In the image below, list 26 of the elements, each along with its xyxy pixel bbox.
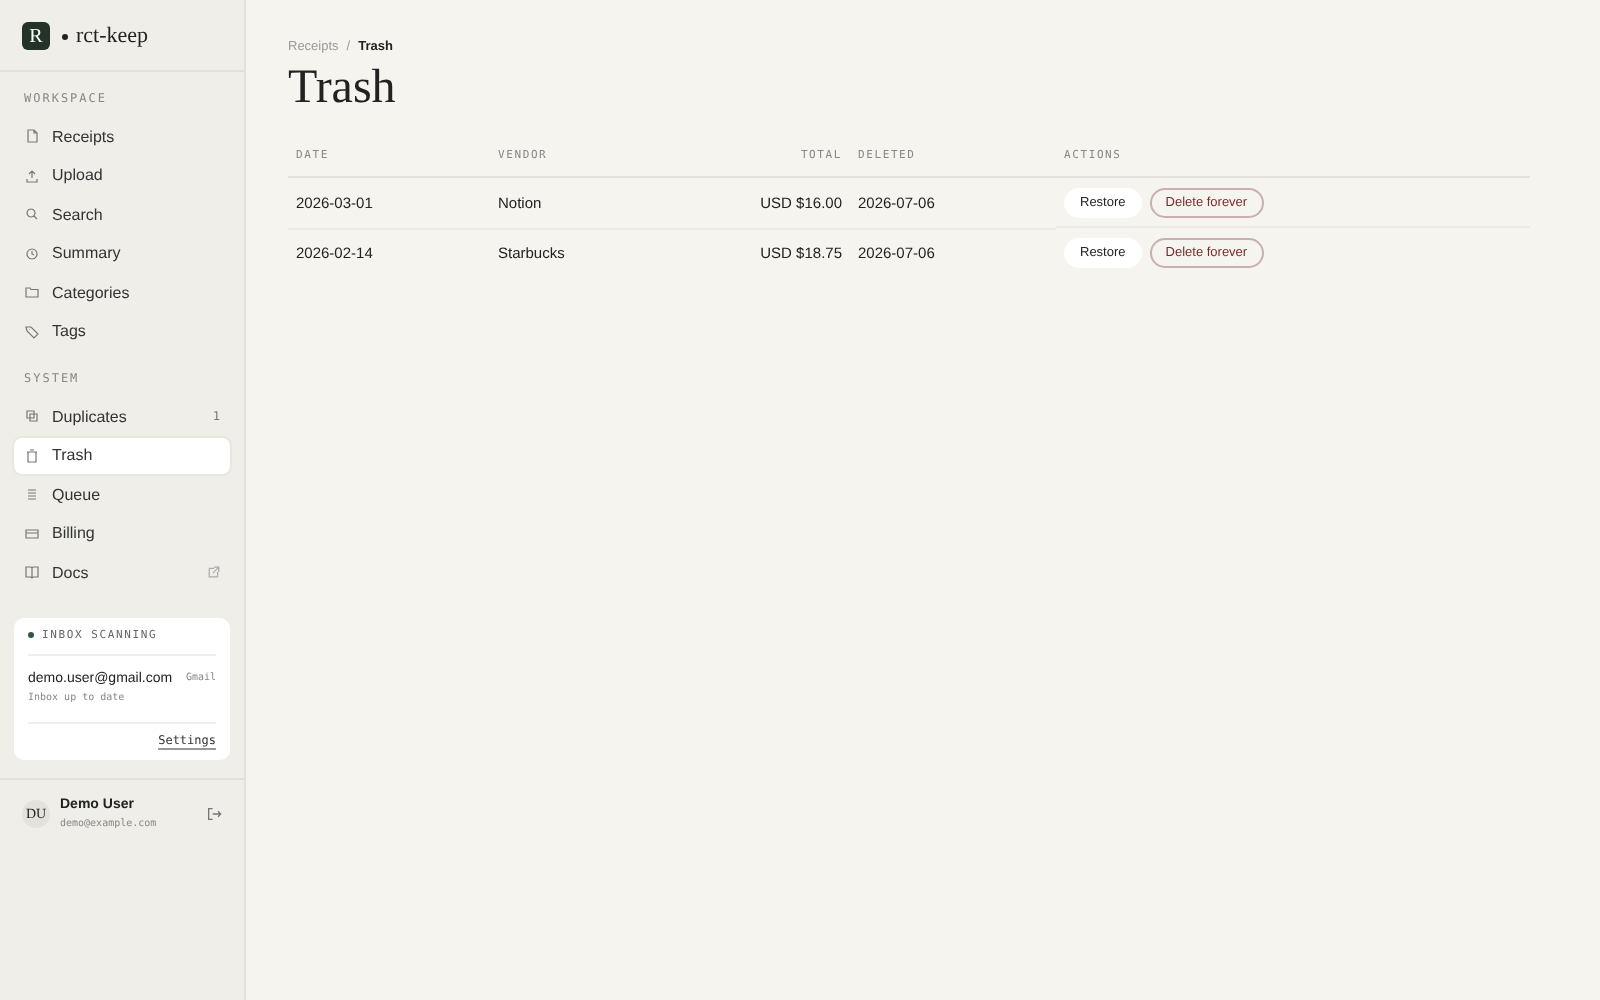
page-title: Trash — [288, 62, 398, 116]
nav-item[interactable]: Categories — [14, 274, 230, 311]
logout-icon[interactable] — [206, 805, 222, 821]
search-icon — [24, 206, 40, 223]
copy-icon — [24, 408, 40, 425]
clock-icon — [24, 245, 40, 262]
book-icon — [24, 564, 40, 581]
trash-icon — [24, 447, 40, 464]
nav-item[interactable]: Summary — [14, 235, 230, 272]
nav-item[interactable]: Trash — [14, 437, 230, 474]
nav-item[interactable]: Tags — [14, 313, 230, 350]
upload-icon — [24, 167, 40, 184]
folder-icon — [24, 284, 40, 301]
app-name: rct-keep — [76, 24, 149, 48]
status-dot — [28, 632, 34, 638]
nav-item[interactable]: Search — [14, 196, 230, 233]
file-icon — [24, 128, 40, 145]
logo-icon: R — [22, 22, 50, 50]
list-icon — [24, 486, 40, 503]
nav-item[interactable]: Docs — [14, 554, 230, 591]
tag-icon — [24, 323, 40, 340]
nav-item[interactable]: Receipts — [14, 118, 230, 155]
nav-item[interactable]: Billing — [14, 515, 230, 552]
nav-item[interactable]: Upload — [14, 157, 230, 194]
nav-item[interactable]: Queue — [14, 476, 230, 513]
card-icon — [24, 525, 40, 542]
